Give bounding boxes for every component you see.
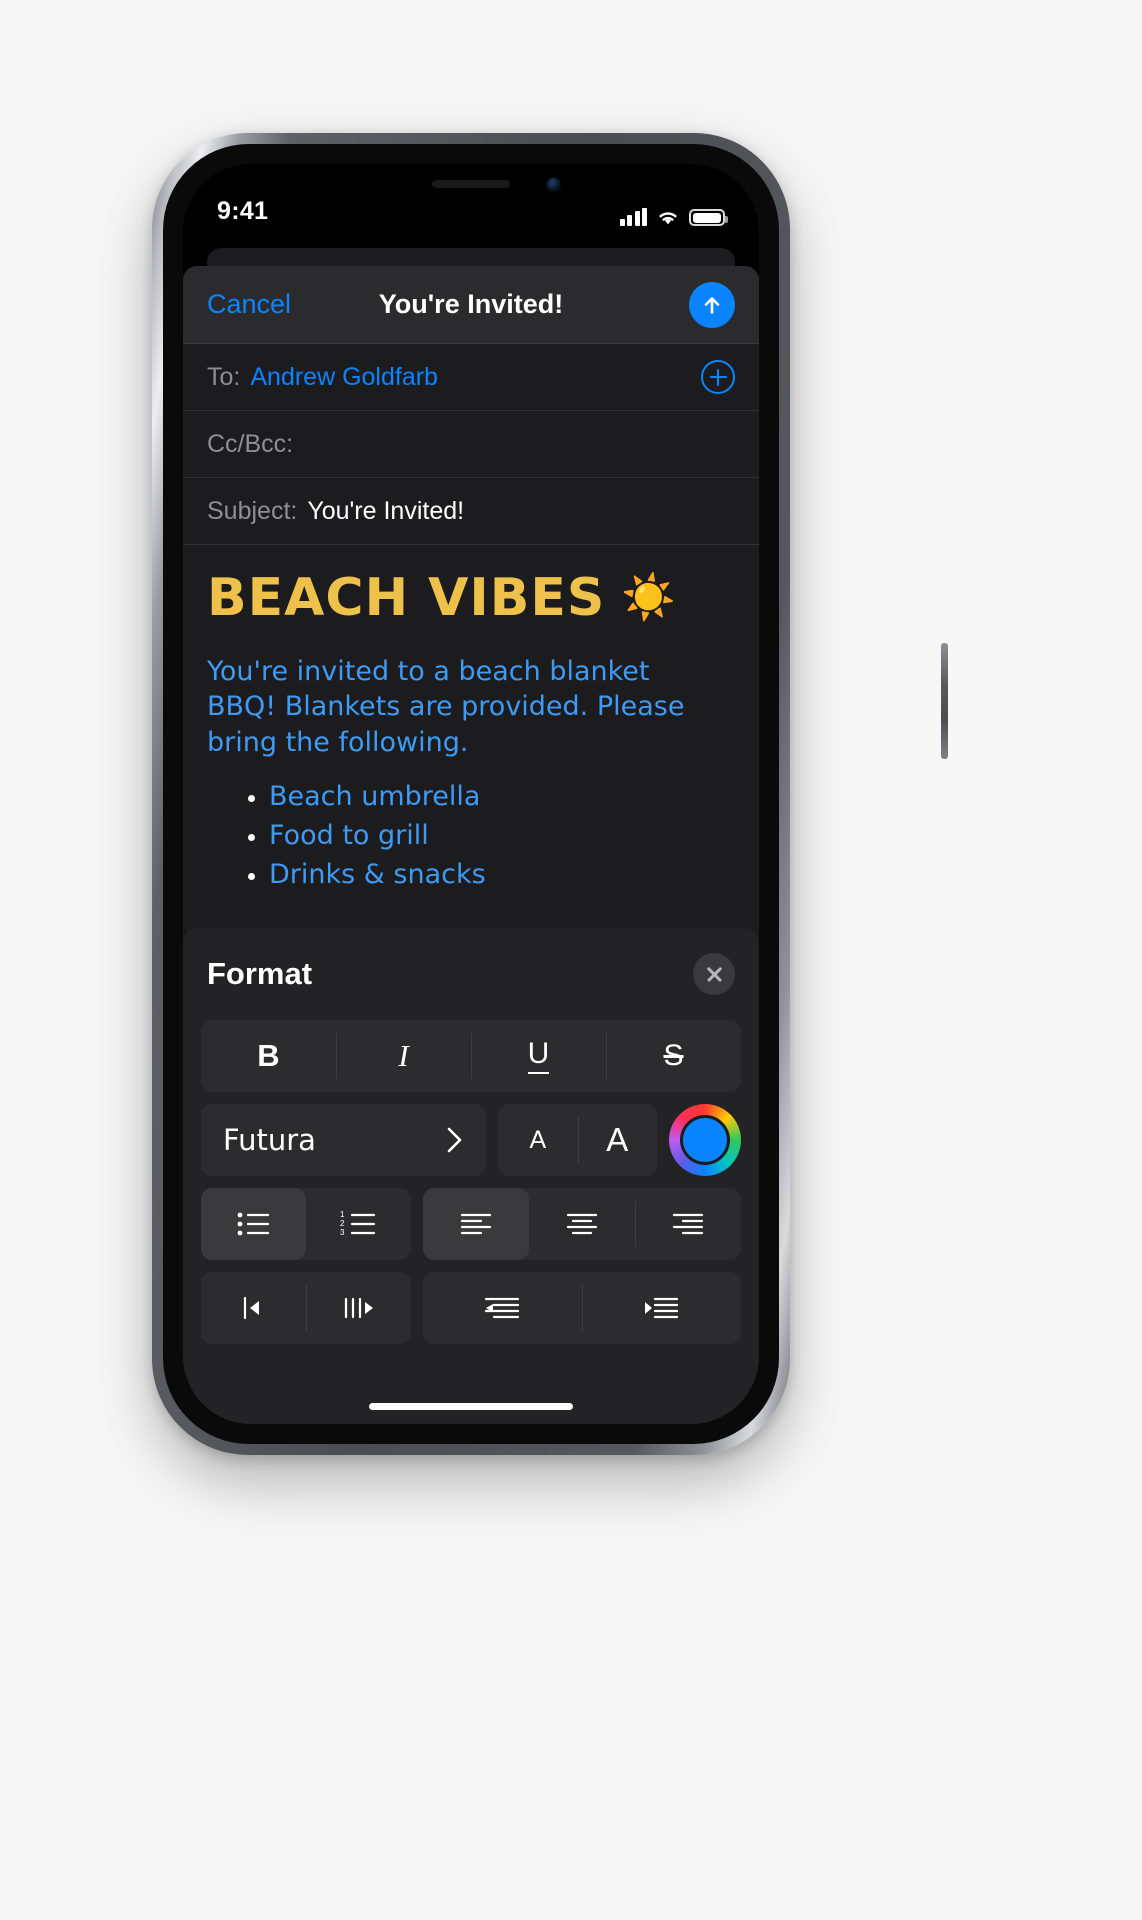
align-center-icon — [566, 1213, 597, 1235]
body-bullet-list: Beach umbrella Food to grill Drinks & sn… — [207, 778, 735, 894]
front-camera-icon — [547, 178, 560, 191]
to-field-row[interactable]: To: Andrew Goldfarb — [183, 344, 759, 411]
wifi-icon — [656, 208, 680, 226]
text-direction-ltr-button[interactable] — [305, 1272, 411, 1344]
send-button[interactable] — [689, 281, 735, 328]
bold-button[interactable]: B — [201, 1020, 336, 1092]
indent-group — [422, 1272, 741, 1344]
increase-indent-icon — [645, 1297, 679, 1319]
color-wheel-button[interactable] — [669, 1104, 741, 1176]
text-direction-right-icon — [345, 1297, 374, 1319]
text-direction-rtl-button[interactable] — [201, 1272, 306, 1344]
phone-frame: 9:41 Cancel You're Invited! To: Andrew G… — [152, 133, 948, 1455]
power-button[interactable] — [941, 643, 948, 759]
svg-text:2: 2 — [340, 1219, 345, 1228]
subject-field-label: Subject: — [207, 496, 298, 525]
numbered-list-button[interactable]: 1 2 3 — [306, 1188, 411, 1260]
selected-color-swatch — [680, 1115, 730, 1165]
body-paragraph: You're invited to a beach blanket BBQ! B… — [207, 655, 685, 758]
ccbcc-field-row[interactable]: Cc/Bcc: — [183, 411, 759, 478]
text-direction-left-icon — [244, 1296, 260, 1320]
battery-icon — [689, 209, 728, 226]
decrease-font-size-button[interactable]: A — [498, 1104, 577, 1176]
strikethrough-glyph: S — [663, 1039, 684, 1072]
underline-button[interactable]: U — [471, 1020, 606, 1092]
bulleted-list-button[interactable] — [201, 1188, 306, 1260]
format-panel-title: Format — [207, 956, 313, 991]
bold-glyph: B — [257, 1038, 280, 1073]
sun-emoji-icon: ☀️ — [621, 572, 678, 624]
cellular-signal-icon — [619, 208, 647, 226]
list-and-align-row: 1 2 3 — [201, 1188, 741, 1260]
align-left-icon — [460, 1213, 491, 1235]
italic-glyph: I — [398, 1038, 409, 1073]
battery-tip — [725, 216, 728, 223]
home-indicator[interactable] — [369, 1403, 573, 1410]
cancel-button[interactable]: Cancel — [207, 289, 291, 320]
align-right-button[interactable] — [634, 1188, 741, 1260]
align-right-icon — [672, 1213, 704, 1235]
text-style-row: B I U S — [201, 1020, 741, 1092]
chevron-right-icon — [446, 1126, 464, 1154]
strikethrough-button[interactable]: S — [606, 1020, 741, 1092]
notch — [360, 164, 582, 210]
phone-bezel: 9:41 Cancel You're Invited! To: Andrew G… — [163, 144, 779, 1444]
battery-fill — [692, 212, 721, 223]
font-size-group: A A — [498, 1104, 657, 1176]
compose-header: Cancel You're Invited! — [183, 266, 759, 344]
status-bar-time: 9:41 — [217, 197, 269, 225]
underline-glyph: U — [527, 1038, 550, 1074]
text-direction-group — [201, 1272, 411, 1344]
font-row: Futura A A — [201, 1104, 741, 1176]
text-style-group: B I U S — [201, 1020, 741, 1092]
add-contact-plus-icon[interactable] — [701, 360, 735, 394]
list-style-group: 1 2 3 — [201, 1188, 411, 1260]
ccbcc-field-label: Cc/Bcc: — [207, 429, 294, 458]
increase-indent-button[interactable] — [581, 1272, 741, 1344]
format-panel: Format B I U S Futura A A 1 2 3 — [183, 928, 759, 1424]
list-item: Food to grill — [269, 817, 735, 856]
close-x-icon[interactable] — [693, 953, 735, 995]
large-a-glyph: A — [606, 1121, 629, 1158]
to-field-label: To: — [207, 362, 241, 391]
numbered-list-icon: 1 2 3 — [340, 1211, 376, 1237]
increase-font-size-button[interactable]: A — [577, 1104, 657, 1176]
direction-and-indent-row — [201, 1272, 741, 1344]
font-name-label: Futura — [223, 1123, 316, 1157]
list-item: Drinks & snacks — [269, 856, 735, 895]
svg-text:1: 1 — [340, 1211, 345, 1219]
status-bar-indicators — [619, 208, 728, 226]
align-left-button[interactable] — [422, 1188, 529, 1260]
subject-field-row[interactable]: Subject: You're Invited! — [183, 478, 759, 545]
decrease-indent-button[interactable] — [423, 1272, 582, 1344]
bulleted-list-icon — [237, 1212, 270, 1236]
subject-field-value[interactable]: You're Invited! — [307, 497, 464, 526]
svg-text:3: 3 — [340, 1228, 345, 1237]
earpiece-speaker — [432, 180, 510, 188]
small-a-glyph: A — [529, 1125, 547, 1154]
decrease-indent-icon — [485, 1297, 520, 1319]
list-item: Beach umbrella — [269, 778, 735, 817]
page-title: You're Invited! — [378, 289, 564, 319]
format-panel-header: Format — [201, 928, 741, 1020]
body-heading-text: BEACH VIBES — [207, 568, 606, 628]
font-picker-button[interactable]: Futura — [201, 1104, 487, 1176]
to-field-value[interactable]: Andrew Goldfarb — [250, 363, 438, 392]
send-arrow-up-icon — [704, 296, 720, 314]
align-center-button[interactable] — [529, 1188, 635, 1260]
mail-body[interactable]: BEACH VIBES ☀️ You're invited to a beach… — [183, 545, 759, 894]
italic-button[interactable]: I — [336, 1020, 471, 1092]
body-heading: BEACH VIBES ☀️ — [207, 571, 735, 626]
alignment-group — [422, 1188, 741, 1260]
compose-sheet: Cancel You're Invited! To: Andrew Goldfa… — [183, 266, 759, 1424]
phone-screen: 9:41 Cancel You're Invited! To: Andrew G… — [183, 164, 759, 1424]
